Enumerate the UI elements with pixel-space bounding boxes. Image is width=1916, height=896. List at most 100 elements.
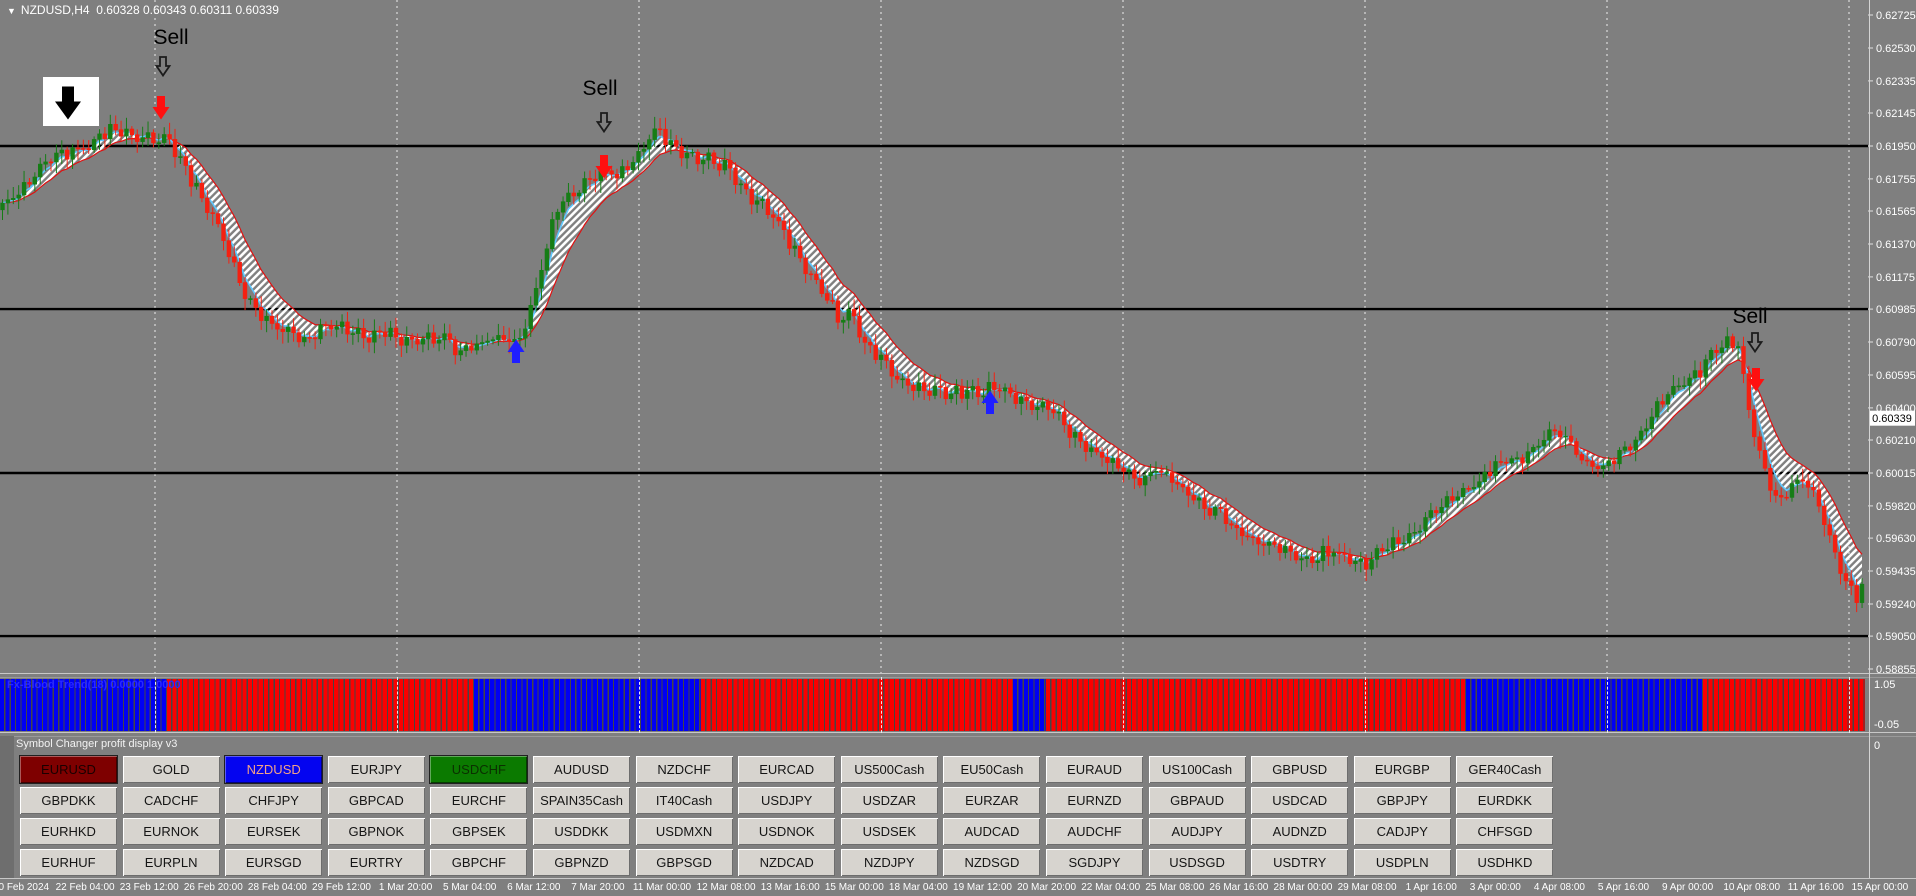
period-separator: [881, 677, 882, 733]
symbol-button-USDHKD[interactable]: USDHKD: [1455, 848, 1554, 877]
mt4-chart-window: SellSellSell0.627250.625300.623350.62145…: [0, 0, 1916, 896]
symbol-button-SGDJPY[interactable]: SGDJPY: [1045, 848, 1144, 877]
price-chart[interactable]: SellSellSell0.627250.625300.623350.62145…: [0, 0, 1916, 674]
symbol-button-NZDUSD[interactable]: NZDUSD: [224, 755, 323, 784]
symbol-button-EURZAR[interactable]: EURZAR: [942, 786, 1041, 815]
symbol-button-US500Cash[interactable]: US500Cash: [840, 755, 939, 784]
symbol-changer-pane: Symbol Changer profit display v3 EURUSDG…: [0, 736, 1916, 878]
symbol-button-GBPCAD[interactable]: GBPCAD: [327, 786, 426, 815]
time-label: 4 Apr 08:00: [1534, 882, 1585, 893]
symbol-button-GBPUSD[interactable]: GBPUSD: [1250, 755, 1349, 784]
symbol-button-GBPCHF[interactable]: GBPCHF: [429, 848, 528, 877]
symbol-button-USDSGD[interactable]: USDSGD: [1148, 848, 1247, 877]
symbol-button-USDCHF[interactable]: USDCHF: [429, 755, 528, 784]
symbol-button-USDDKK[interactable]: USDDKK: [532, 817, 631, 846]
time-label: 20 Mar 20:00: [1017, 882, 1076, 893]
period-separator: [1123, 677, 1124, 733]
symbol-button-CHFSGD[interactable]: CHFSGD: [1455, 817, 1554, 846]
symbol-button-EURTRY[interactable]: EURTRY: [327, 848, 426, 877]
period-separator: [1849, 677, 1850, 733]
symbol-button-EURUSD[interactable]: EURUSD: [19, 755, 118, 784]
sell-hollow-arrow-icon: [157, 57, 170, 76]
time-label: 15 Apr 00:00: [1852, 882, 1909, 893]
price-label: 0.60985: [1876, 304, 1916, 316]
buy-arrow-icon: [508, 340, 525, 364]
symbol-button-NZDSGD[interactable]: NZDSGD: [942, 848, 1041, 877]
symbol-button-EURCAD[interactable]: EURCAD: [737, 755, 836, 784]
time-label: 26 Mar 16:00: [1209, 882, 1268, 893]
price-label: 0.60015: [1876, 468, 1916, 480]
symbol-button-AUDNZD[interactable]: AUDNZD: [1250, 817, 1349, 846]
pane-left-strip: [0, 736, 14, 878]
time-label: 25 Mar 08:00: [1145, 882, 1204, 893]
symbol-button-USDCAD[interactable]: USDCAD: [1250, 786, 1349, 815]
time-label: 5 Mar 04:00: [443, 882, 496, 893]
symbol-button-IT40Cash[interactable]: IT40Cash: [635, 786, 734, 815]
symbol-button-GOLD[interactable]: GOLD: [122, 755, 221, 784]
trend-histogram-segment-red: [167, 679, 474, 731]
symbol-button-AUDCAD[interactable]: AUDCAD: [942, 817, 1041, 846]
trend-indicator-pane[interactable]: Fx-Blood Trend(18) 0.0000 1.0000: [0, 677, 1916, 733]
price-label: 0.59050: [1876, 631, 1916, 643]
symbol-button-EURCHF[interactable]: EURCHF: [429, 786, 528, 815]
price-label: 0.61565: [1876, 206, 1916, 218]
symbol-button-NZDCAD[interactable]: NZDCAD: [737, 848, 836, 877]
symbol-button-GBPDKK[interactable]: GBPDKK: [19, 786, 118, 815]
time-label: 5 Apr 16:00: [1598, 882, 1649, 893]
symbol-button-USDZAR[interactable]: USDZAR: [840, 786, 939, 815]
symbol-button-AUDCHF[interactable]: AUDCHF: [1045, 817, 1144, 846]
symbol-button-SPAIN35Cash[interactable]: SPAIN35Cash: [532, 786, 631, 815]
symbol-button-USDNOK[interactable]: USDNOK: [737, 817, 836, 846]
symbol-button-EURGBP[interactable]: EURGBP: [1353, 755, 1452, 784]
time-label: 20 Feb 2024: [0, 882, 49, 893]
time-label: 12 Mar 08:00: [697, 882, 756, 893]
sell-hollow-arrow-icon: [598, 113, 611, 132]
symbol-button-AUDJPY[interactable]: AUDJPY: [1148, 817, 1247, 846]
symbol-button-CHFJPY[interactable]: CHFJPY: [224, 786, 323, 815]
price-label: 0.59820: [1876, 501, 1916, 513]
symbol-period-label: NZDUSD,H4: [21, 3, 90, 17]
price-label: 0.60210: [1876, 435, 1916, 447]
symbol-button-USDJPY[interactable]: USDJPY: [737, 786, 836, 815]
symbol-button-NZDCHF[interactable]: NZDCHF: [635, 755, 734, 784]
dropdown-icon[interactable]: ▼: [7, 6, 16, 16]
symbol-button-EU50Cash[interactable]: EU50Cash: [942, 755, 1041, 784]
symbol-button-USDTRY[interactable]: USDTRY: [1250, 848, 1349, 877]
trend-histogram-segment-blue: [1013, 679, 1045, 731]
symbol-button-EURAUD[interactable]: EURAUD: [1045, 755, 1144, 784]
symbol-button-EURSGD[interactable]: EURSGD: [224, 848, 323, 877]
symbol-button-USDMXN[interactable]: USDMXN: [635, 817, 734, 846]
symbol-button-US100Cash[interactable]: US100Cash: [1148, 755, 1247, 784]
time-label: 10 Apr 08:00: [1723, 882, 1780, 893]
svg-text:0.60339: 0.60339: [1872, 413, 1912, 425]
time-label: 6 Mar 12:00: [507, 882, 560, 893]
symbol-button-GBPJPY[interactable]: GBPJPY: [1353, 786, 1452, 815]
symbol-button-CADCHF[interactable]: CADCHF: [122, 786, 221, 815]
symbol-button-EURHKD[interactable]: EURHKD: [19, 817, 118, 846]
ma-ribbon: [3, 132, 1863, 585]
symbol-button-GBPSGD[interactable]: GBPSGD: [635, 848, 734, 877]
symbol-button-CADJPY[interactable]: CADJPY: [1353, 817, 1452, 846]
symbol-button-EURPLN[interactable]: EURPLN: [122, 848, 221, 877]
symbol-button-GER40Cash[interactable]: GER40Cash: [1455, 755, 1554, 784]
symbol-button-EURJPY[interactable]: EURJPY: [327, 755, 426, 784]
symbol-button-GBPSEK[interactable]: GBPSEK: [429, 817, 528, 846]
symbol-button-GBPNOK[interactable]: GBPNOK: [327, 817, 426, 846]
symbol-button-GBPAUD[interactable]: GBPAUD: [1148, 786, 1247, 815]
time-axis[interactable]: 20 Feb 202422 Feb 04:0023 Feb 12:0026 Fe…: [0, 878, 1916, 896]
symbol-button-NZDJPY[interactable]: NZDJPY: [840, 848, 939, 877]
symbol-button-USDSEK[interactable]: USDSEK: [840, 817, 939, 846]
price-label: 0.60595: [1876, 370, 1916, 382]
symbol-button-EURNOK[interactable]: EURNOK: [122, 817, 221, 846]
symbol-button-AUDUSD[interactable]: AUDUSD: [532, 755, 631, 784]
symbol-button-GBPNZD[interactable]: GBPNZD: [532, 848, 631, 877]
symbol-button-EURSEK[interactable]: EURSEK: [224, 817, 323, 846]
ohlc-readout[interactable]: ▼ NZDUSD,H4 0.60328 0.60343 0.60311 0.603…: [7, 3, 279, 17]
symbol-button-EURNZD[interactable]: EURNZD: [1045, 786, 1144, 815]
symbol-button-EURDKK[interactable]: EURDKK: [1455, 786, 1554, 815]
symbol-button-USDPLN[interactable]: USDPLN: [1353, 848, 1452, 877]
price-label: 0.59435: [1876, 566, 1916, 578]
symbol-button-EURHUF[interactable]: EURHUF: [19, 848, 118, 877]
price-scale[interactable]: 0.627250.625300.623350.621450.619500.617…: [1868, 10, 1916, 674]
ohlc-values: 0.60328 0.60343 0.60311 0.60339: [96, 3, 279, 17]
